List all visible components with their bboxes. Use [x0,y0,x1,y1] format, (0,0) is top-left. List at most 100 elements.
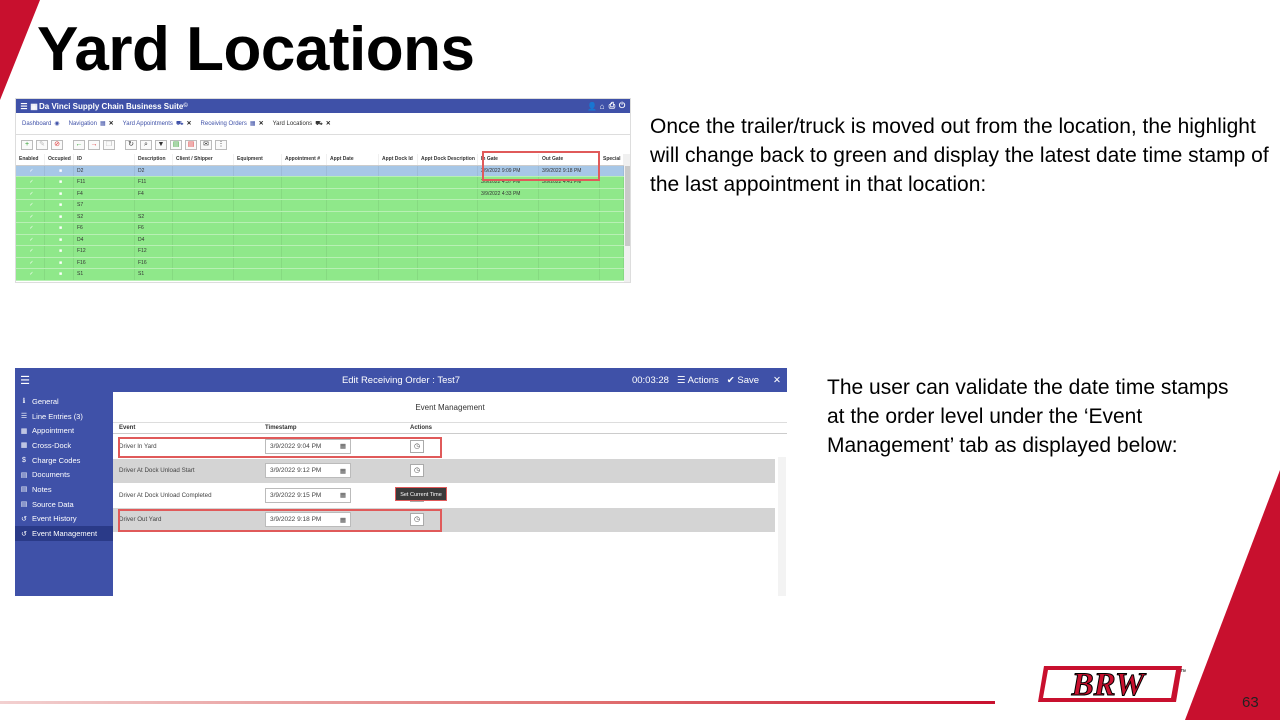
timestamp-input[interactable]: 3/9/2022 9:15 PM ▦ [265,487,351,503]
column-header[interactable]: Appt Dock Id [379,154,418,165]
tab-receiving-orders[interactable]: Receiving Orders ▦ ✕ [201,120,264,128]
tab-yard-appointments[interactable]: Yard Appointments ⛟ ✕ [123,120,192,128]
table-cell [234,188,282,199]
column-header[interactable]: ID [74,154,135,165]
enabled-checkbox[interactable]: ✓ [16,257,45,268]
occupied-checkbox[interactable]: ■ [45,200,74,211]
cell-id: S7 [74,200,135,211]
column-header[interactable]: Description [135,154,173,165]
column-header[interactable]: Occupied [45,154,74,165]
save-button[interactable]: ✔ Save [727,375,759,386]
close-tab-icon[interactable]: ✕ [326,120,331,127]
tab-navigation[interactable]: Navigation ▦ ✕ [69,120,114,128]
close-icon[interactable]: ✕ [773,375,781,386]
calendar-icon[interactable]: ▦ [340,491,346,499]
arrow-right-icon[interactable]: → [88,140,100,150]
user-icon[interactable]: 👤 [587,102,597,111]
warehouse-icon[interactable]: ⌂ [597,102,607,111]
actions-menu[interactable]: ☰ Actions [677,375,719,386]
occupied-checkbox[interactable]: ■ [45,211,74,222]
sidebar-item-cross-dock[interactable]: ▦ Cross-Dock [15,438,113,453]
sidebar-item-source-data[interactable]: ▤ Source Data [15,497,113,512]
enabled-checkbox[interactable]: ✓ [16,177,45,188]
table-row[interactable]: ✓ ■ S7 [16,200,624,212]
calendar-icon[interactable]: ▦ [340,467,346,475]
filter-icon[interactable]: ▼ [155,140,167,150]
occupied-checkbox[interactable]: ■ [45,188,74,199]
column-header[interactable]: Appt Dock Description [418,154,478,165]
sidebar-item-event-management[interactable]: ↺ Event Management [15,526,113,541]
table-row[interactable]: ✓ ■ F12 F12 [16,246,624,258]
enabled-checkbox[interactable]: ✓ [16,234,45,245]
calendar-icon: ▦ [20,427,28,435]
menu-icon[interactable]: ☰ [15,374,35,387]
sidebar-item-appointment[interactable]: ▦ Appointment [15,423,113,438]
grid-icon[interactable]: ▦ [29,102,39,111]
timestamp-input[interactable]: 3/9/2022 9:12 PM ▦ [265,463,351,479]
table-cell [600,165,624,176]
occupied-checkbox[interactable]: ■ [45,177,74,188]
sidebar-item-event-history[interactable]: ↺ Event History [15,512,113,527]
tab-yard-locations[interactable]: Yard Locations ⛟ ✕ [273,120,331,128]
copy-icon[interactable]: ❐ [103,140,115,150]
email-icon[interactable]: ✉ [200,140,212,150]
table-row[interactable]: ✓ ■ S1 S1 [16,269,624,281]
tab-dashboard[interactable]: Dashboard ◉ [22,120,60,128]
clock-icon[interactable]: ◷ [410,464,424,478]
power-icon[interactable]: ⏻ [617,101,627,111]
refresh-icon[interactable]: ↻ [125,140,137,150]
enabled-checkbox[interactable]: ✓ [16,269,45,280]
table-row[interactable]: ✓ ■ S2 S2 [16,211,624,223]
enabled-checkbox[interactable]: ✓ [16,165,45,176]
enabled-checkbox[interactable]: ✓ [16,200,45,211]
table-cell [418,200,478,211]
enabled-checkbox[interactable]: ✓ [16,223,45,234]
sidebar-item-line-entries-3[interactable]: ☰ Line Entries (3) [15,409,113,424]
print-icon[interactable]: ⎙ [607,101,617,111]
table-cell [282,165,327,176]
arrow-left-icon[interactable]: ← [73,140,85,150]
enabled-checkbox[interactable]: ✓ [16,211,45,222]
table-row[interactable]: ✓ ■ F16 F16 [16,257,624,269]
occupied-checkbox[interactable]: ■ [45,246,74,257]
close-tab-icon[interactable]: ✕ [259,120,264,127]
edit-icon[interactable]: ✎ [36,140,48,150]
grid-toolbar: + ✎ ⊘ ← → ❐ ↻ ⌕ ▼ ▤ ▤ ✉ ⋮ [16,138,630,152]
sidebar-item-notes[interactable]: ▤ Notes [15,482,113,497]
add-icon[interactable]: + [21,140,33,150]
occupied-checkbox[interactable]: ■ [45,269,74,280]
sidebar-item-documents[interactable]: ▤ Documents [15,467,113,482]
table-row[interactable]: ✓ ■ F4 F4 3/9/2022 4:33 PM [16,188,624,200]
driver-in-yard-highlight [118,437,442,458]
occupied-checkbox[interactable]: ■ [45,165,74,176]
occupied-checkbox[interactable]: ■ [45,234,74,245]
enabled-checkbox[interactable]: ✓ [16,188,45,199]
close-tab-icon[interactable]: ✕ [109,120,114,127]
column-header[interactable]: Special [600,154,624,165]
dashboard-icon: ◉ [54,121,60,127]
column-header[interactable]: Appt Date [327,154,379,165]
column-header[interactable]: Enabled [16,154,45,165]
vertical-scrollbar[interactable] [624,154,630,282]
table-cell [600,200,624,211]
column-header[interactable]: Client / Shipper [173,154,234,165]
vertical-scrollbar[interactable] [778,457,786,596]
occupied-checkbox[interactable]: ■ [45,223,74,234]
more-options-icon[interactable]: ⋮ [215,140,227,150]
table-row[interactable]: ✓ ■ F6 F6 [16,223,624,235]
excel-export-icon[interactable]: ▤ [170,140,182,150]
column-header[interactable]: Appointment # [282,154,327,165]
table-row[interactable]: ✓ ■ D4 D4 [16,234,624,246]
occupied-checkbox[interactable]: ■ [45,257,74,268]
column-header[interactable]: Equipment [234,154,282,165]
close-tab-icon[interactable]: ✕ [187,120,192,127]
enabled-checkbox[interactable]: ✓ [16,246,45,257]
table-cell [379,200,418,211]
pdf-export-icon[interactable]: ▤ [185,140,197,150]
search-icon[interactable]: ⌕ [140,140,152,150]
sidebar-item-charge-codes[interactable]: $ Charge Codes [15,453,113,468]
cancel-icon[interactable]: ⊘ [51,140,63,150]
document-icon: ▤ [20,501,28,509]
sidebar-item-general[interactable]: ℹ General [15,394,113,409]
menu-icon[interactable]: ☰ [19,102,29,111]
